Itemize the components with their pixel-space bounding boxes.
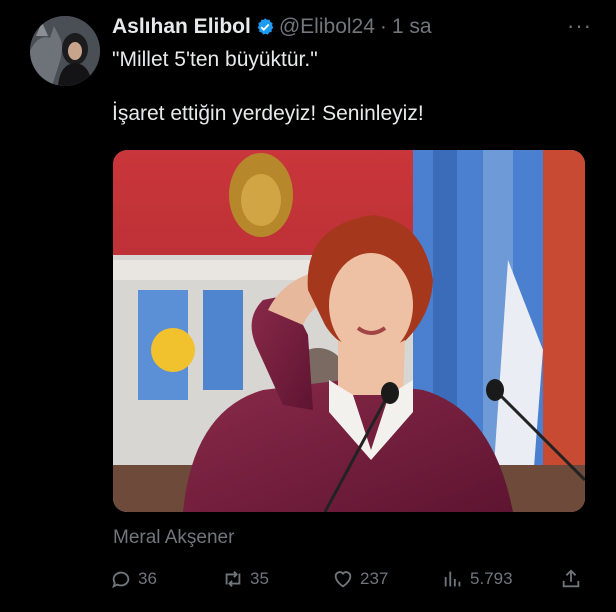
- share-icon: [562, 569, 580, 588]
- views-icon: [444, 571, 461, 587]
- retweet-button[interactable]: 35: [222, 565, 269, 593]
- tweet-photo[interactable]: [113, 150, 585, 512]
- reply-button[interactable]: 36: [110, 565, 157, 593]
- like-count: 237: [360, 569, 389, 588]
- action-bar: 36 35 237 5.793: [110, 565, 590, 593]
- like-button[interactable]: 237: [332, 565, 388, 593]
- retweet-count: 35: [250, 569, 269, 588]
- tweet-text-line: "Millet 5'ten büyüktür.": [112, 48, 318, 71]
- reply-icon: [112, 571, 130, 589]
- media-caption[interactable]: Meral Akşener: [113, 527, 234, 549]
- views-count: 5.793: [470, 569, 513, 588]
- retweet-icon: [225, 571, 241, 587]
- reply-count: 36: [138, 569, 157, 588]
- more-icon[interactable]: ···: [567, 13, 592, 39]
- author-name[interactable]: Aslıhan Elibol: [112, 15, 251, 39]
- views-button[interactable]: 5.793: [442, 565, 513, 593]
- heart-icon: [334, 571, 352, 588]
- tweet-text: "Millet 5'ten büyüktür." İşaret ettiğin …: [112, 46, 592, 127]
- tweet-timestamp[interactable]: 1 sa: [392, 15, 432, 39]
- share-button[interactable]: [560, 565, 588, 593]
- verified-badge-icon: [257, 18, 274, 35]
- tweet-text-line: İşaret ettiğin yerdeyiz! Seninleyiz!: [112, 102, 424, 125]
- author-handle[interactable]: @Elibol24: [279, 15, 375, 39]
- author-avatar[interactable]: [30, 16, 100, 86]
- tweet-header: Aslıhan Elibol @Elibol24 · 1 sa ···: [112, 13, 596, 41]
- separator-dot: ·: [379, 15, 387, 38]
